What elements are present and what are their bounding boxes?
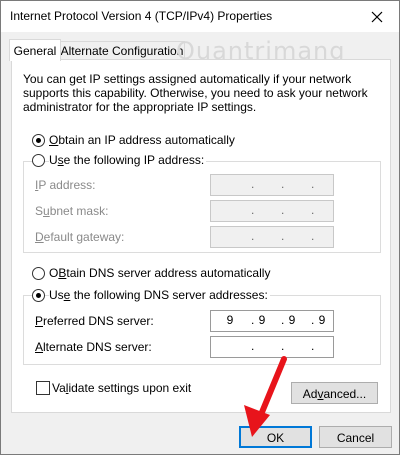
preferred-dns-input[interactable]: 9 . 9 . 9 . 9: [210, 310, 334, 332]
window-title: Internet Protocol Version 4 (TCP/IPv4) P…: [10, 9, 273, 23]
alternate-dns-label: Alternate DNS server:: [35, 340, 152, 354]
obtain-ip-auto-label[interactable]: Obtain an IP address automatically: [49, 133, 235, 147]
description-text: You can get IP settings assigned automat…: [23, 72, 368, 114]
title-bar: Internet Protocol Version 4 (TCP/IPv4) P…: [1, 1, 399, 32]
use-following-dns-radio[interactable]: [32, 289, 45, 302]
properties-dialog: Internet Protocol Version 4 (TCP/IPv4) P…: [0, 0, 400, 455]
annotation-arrow-icon: [244, 356, 287, 437]
close-button[interactable]: [355, 1, 399, 32]
validate-settings-label[interactable]: Validate settings upon exit: [52, 381, 191, 395]
preferred-dns-octet-3: 9: [288, 313, 296, 327]
preferred-dns-label: Preferred DNS server:: [35, 314, 154, 328]
tab-alternate-configuration-label: Alternate Configuration: [60, 44, 184, 58]
tab-alternate-configuration[interactable]: Alternate Configuration: [59, 41, 185, 60]
subnet-mask-label: Subnet mask:: [35, 204, 109, 218]
ip-address-input[interactable]: ...: [210, 174, 334, 196]
subnet-mask-input[interactable]: ...: [210, 200, 334, 222]
close-icon: [371, 11, 383, 22]
preferred-dns-octet-4: 9: [318, 313, 326, 327]
preferred-dns-octet-2: 9: [258, 313, 266, 327]
use-following-ip-radio[interactable]: [32, 154, 45, 167]
preferred-dns-octet-1: 9: [226, 313, 234, 327]
obtain-dns-auto-label[interactable]: OBtain DNS server address automatically: [49, 266, 270, 280]
validate-settings-checkbox[interactable]: [36, 381, 50, 395]
default-gateway-label: Default gateway:: [35, 230, 125, 244]
tab-general-label: General: [13, 44, 57, 58]
ip-address-label: IP address:: [35, 178, 96, 192]
use-following-ip-label[interactable]: Use the following IP address:: [49, 153, 207, 167]
cancel-button[interactable]: Cancel: [319, 426, 392, 448]
advanced-button[interactable]: Advanced...: [291, 382, 378, 404]
obtain-dns-auto-radio[interactable]: [32, 267, 45, 280]
obtain-ip-auto-radio[interactable]: [32, 134, 45, 147]
annotation-arrow-shaft: [257, 356, 287, 420]
use-following-dns-label[interactable]: Use the following DNS server addresses:: [49, 288, 270, 302]
tab-general[interactable]: General: [9, 39, 61, 61]
default-gateway-input[interactable]: ...: [210, 226, 334, 248]
